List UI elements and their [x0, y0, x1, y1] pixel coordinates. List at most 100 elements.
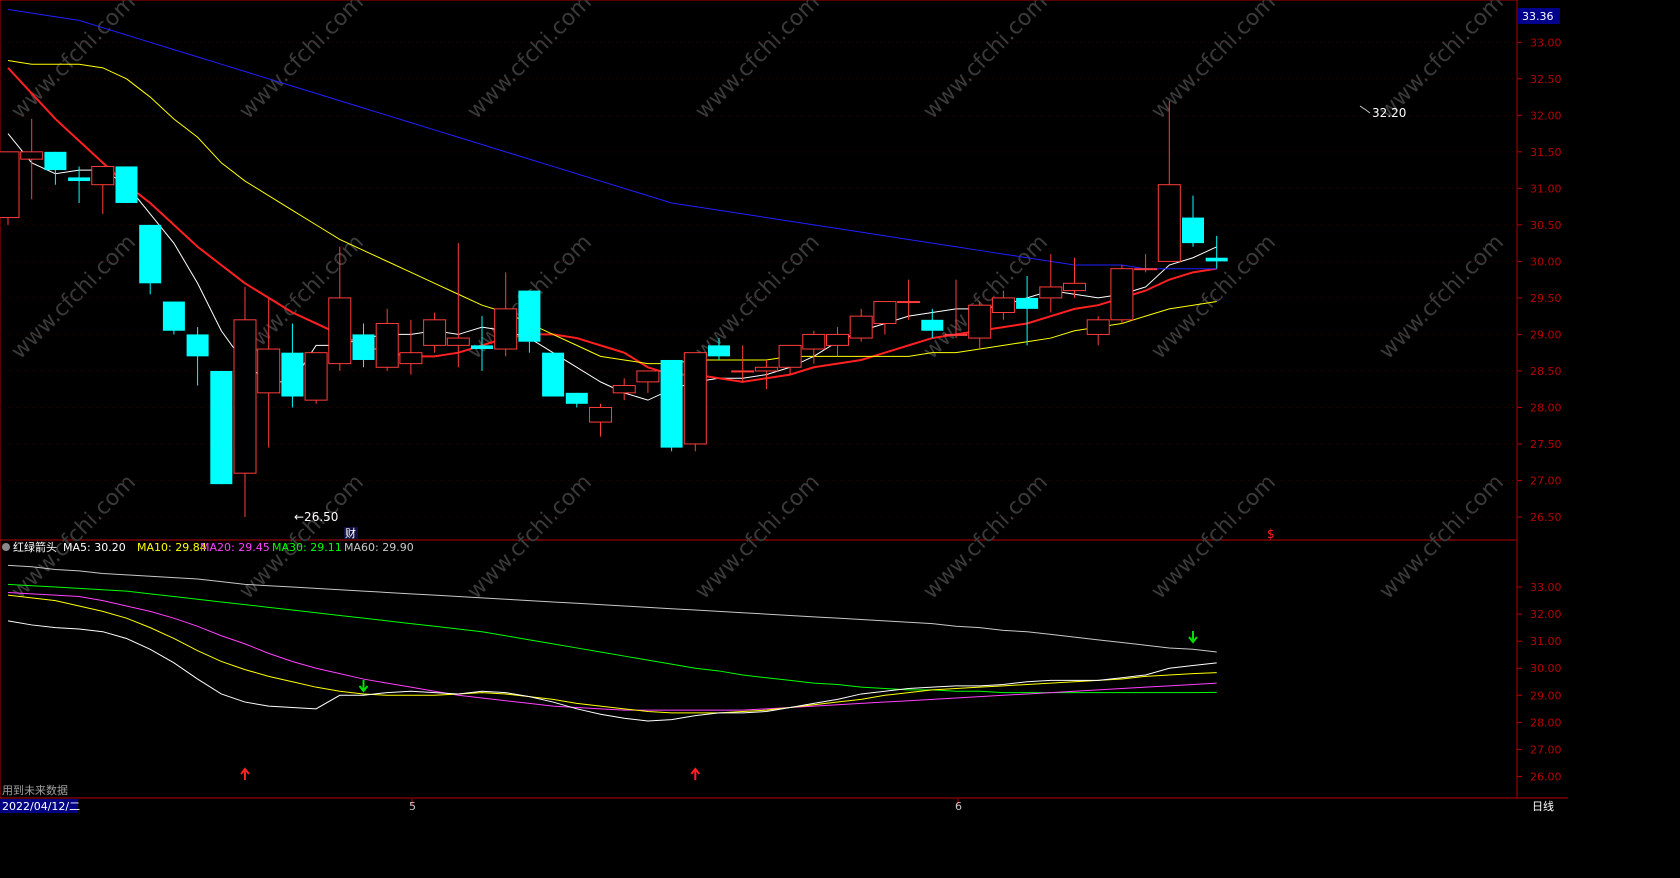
watermark-text: www.cfchi.com [463, 0, 597, 124]
watermark-text: www.cfchi.com [919, 470, 1053, 604]
candle[interactable] [612, 378, 636, 401]
legend-ma60: MA60: 29.90 [344, 541, 414, 554]
ind-tick-label: 26.00 [1530, 770, 1562, 783]
candle[interactable] [20, 118, 44, 200]
candle[interactable] [542, 352, 565, 397]
price-tick-label: 26.50 [1530, 511, 1562, 524]
candle[interactable] [802, 330, 826, 364]
candle[interactable] [1016, 275, 1039, 346]
period-label[interactable]: 日线 [1532, 799, 1554, 813]
month6-label: 6 [955, 800, 962, 813]
price-tick-label: 29.50 [1530, 292, 1562, 305]
finance-marker[interactable]: 财 [345, 526, 356, 540]
candle-body [139, 224, 162, 284]
candle[interactable] [115, 166, 138, 203]
up-arrow-icon [690, 767, 701, 780]
candle[interactable] [399, 319, 423, 375]
candle-body [708, 345, 730, 357]
candle[interactable] [68, 166, 91, 203]
candle[interactable] [1157, 100, 1181, 262]
candle[interactable] [636, 370, 660, 393]
indicator-axis: 33.00 32.00 31.00 30.00 29.00 28.00 27.00 26.00 [1517, 581, 1562, 783]
watermark-text: www.cfchi.com [7, 470, 141, 604]
date-label[interactable]: 2022/04/12/二 [2, 800, 80, 813]
candle-body [162, 301, 185, 331]
candle[interactable] [873, 301, 897, 335]
candle[interactable] [897, 279, 921, 320]
candle[interactable] [44, 151, 67, 185]
dollar-marker[interactable]: $ [1267, 527, 1275, 541]
watermark-text: www.cfchi.com [7, 0, 141, 124]
ind-line-ma30 [7, 583, 1217, 694]
candle-body [1063, 282, 1086, 292]
ma-line-ma60 [7, 8, 1217, 270]
price-tick-label: 30.50 [1530, 219, 1562, 232]
candle[interactable] [233, 286, 257, 517]
candle[interactable] [494, 272, 518, 357]
candle-body [873, 301, 897, 324]
candle-body [68, 177, 91, 182]
candle[interactable] [0, 151, 20, 225]
candle-body [257, 348, 281, 394]
price-tick-label: 32.50 [1530, 73, 1562, 86]
candle-body [1016, 297, 1039, 309]
candle[interactable] [683, 352, 707, 452]
price-tick-label: 28.00 [1530, 401, 1562, 414]
candle-body [968, 304, 992, 339]
candle-body [1134, 268, 1158, 271]
candle-body [399, 352, 423, 365]
candle-body [115, 166, 138, 203]
candle[interactable] [660, 359, 683, 452]
ind-tick-label: 31.00 [1530, 635, 1562, 648]
ma-line-ma10 [7, 60, 1217, 365]
watermark-text: www.cfchi.com [1147, 0, 1281, 124]
ind-line-ma5 [7, 620, 1217, 722]
candle[interactable] [139, 224, 162, 295]
candle[interactable] [1110, 265, 1134, 324]
current-price-label: 33.36 [1522, 10, 1554, 23]
candle[interactable] [778, 344, 802, 375]
candles[interactable] [0, 100, 1228, 517]
candle[interactable] [1182, 195, 1204, 247]
candle[interactable] [352, 323, 375, 368]
candle[interactable] [91, 165, 115, 214]
watermark-text: www.cfchi.com [1147, 470, 1281, 604]
high-pointer [1359, 105, 1371, 114]
price-tick-label: 31.50 [1530, 146, 1562, 159]
candle[interactable] [304, 352, 328, 404]
candle[interactable] [565, 392, 588, 408]
candle[interactable] [849, 308, 873, 342]
price-tick-label: 33.00 [1530, 36, 1562, 49]
up-arrow-icon [240, 767, 250, 780]
watermark-text: www.cfchi.com [1375, 230, 1509, 364]
candle[interactable] [731, 345, 755, 382]
indicator-lines [7, 564, 1217, 722]
candle-body [233, 319, 257, 474]
candle[interactable] [281, 323, 304, 408]
indicator-settings-icon[interactable] [2, 543, 10, 551]
candle[interactable] [423, 312, 447, 353]
candle[interactable] [1205, 235, 1228, 269]
candle[interactable] [375, 308, 399, 371]
candle[interactable] [1086, 316, 1110, 346]
price-tick-label: 30.00 [1530, 255, 1562, 268]
candle[interactable] [162, 301, 185, 335]
watermark-text: www.cfchi.com [691, 0, 825, 124]
candle[interactable] [1134, 254, 1158, 273]
candle-body [186, 334, 209, 357]
candle[interactable] [754, 359, 778, 390]
candle-body [1110, 268, 1134, 321]
candle-body [518, 290, 541, 342]
candle[interactable] [210, 370, 233, 485]
ma-line-ma5 [7, 133, 1217, 401]
candle-body [304, 352, 328, 401]
legend-ma10: MA10: 29.84 [137, 541, 207, 554]
candle[interactable] [589, 403, 612, 437]
candle-body [565, 392, 588, 404]
candle[interactable] [186, 327, 209, 386]
candle[interactable] [968, 301, 992, 350]
stock-chart[interactable]: www.cfchi.com www.cfchi.com www.cfchi.com w… [0, 0, 1568, 819]
candle[interactable] [826, 327, 849, 357]
candle-body [826, 333, 849, 346]
ind-tick-label: 29.00 [1530, 689, 1562, 702]
